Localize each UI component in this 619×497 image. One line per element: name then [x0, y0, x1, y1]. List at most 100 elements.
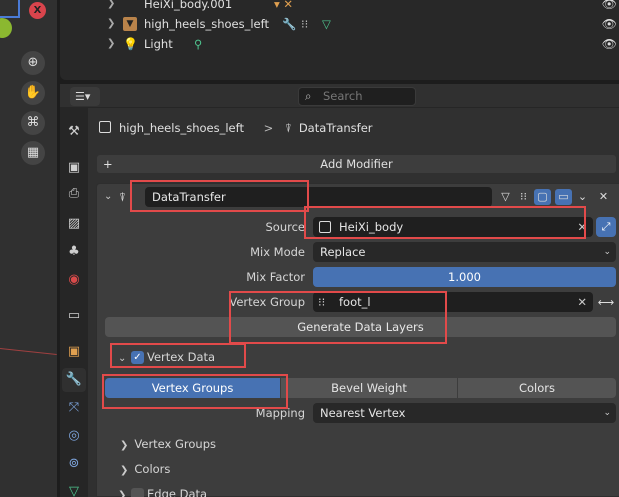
light-icon: 💡 [123, 37, 138, 51]
edge-data-header[interactable]: ❯ [118, 484, 126, 497]
collection-tab-icon[interactable]: ▭ [62, 304, 86, 328]
edit-mode-cage-icon[interactable]: ▽ [497, 189, 514, 205]
viewport-edge-line [0, 348, 57, 355]
view-layer-tab-icon[interactable]: ▨ [62, 212, 86, 236]
modifier-name-field[interactable]: DataTransfer [145, 187, 492, 207]
mix-mode-label: Mix Mode [250, 245, 305, 259]
mapping-label: Mapping [255, 406, 305, 420]
axis-gizmo-y [0, 0, 20, 18]
chevron-right-icon: ❯ [120, 440, 129, 451]
on-cage-icon[interactable]: ▢ [534, 189, 551, 205]
axis-x-button[interactable]: X [29, 2, 46, 19]
render-tab-icon[interactable]: ▣ [62, 156, 86, 180]
output-tab-icon[interactable]: ⎙ [62, 182, 86, 206]
mix-factor-value: 1.000 [448, 270, 481, 284]
mesh-object-icon: ▼ [123, 17, 137, 31]
mix-mode-dropdown[interactable]: Replace ⌄ [313, 242, 616, 262]
outliner-row[interactable]: ❯ 💡 Light ⚲ 👁 [60, 34, 619, 54]
tool-tab-icon[interactable]: ⚒ [62, 120, 86, 144]
zoom-icon[interactable]: ⊕ [21, 51, 45, 75]
edge-data-label: Edge Data [147, 487, 208, 497]
outliner-row-label: HeiXi_body.001 [144, 0, 233, 11]
mix-factor-slider[interactable]: 1.000 [313, 267, 616, 287]
object-transform-toggle-icon[interactable]: ⤢ [596, 217, 616, 237]
realtime-display-icon[interactable]: ▭ [555, 189, 572, 205]
close-icon[interactable]: ✕ [595, 189, 612, 205]
subpanel-label: Colors [134, 462, 171, 476]
outliner-row-label: high_heels_shoes_left [144, 17, 269, 31]
object-tab-icon[interactable]: ▣ [62, 340, 86, 364]
search-placeholder: Search [323, 89, 363, 103]
expand-arrow-icon[interactable]: ❯ [107, 0, 115, 14]
data-type-colors[interactable]: Colors [458, 378, 616, 398]
mapping-dropdown[interactable]: Nearest Vertex ⌄ [313, 403, 616, 423]
edge-data-checkbox[interactable] [131, 488, 144, 497]
subpanel-label: Vertex Groups [134, 437, 217, 451]
search-icon: ⌕ [305, 89, 312, 103]
wrench-icon[interactable]: 🔧 [282, 14, 296, 34]
vertex-data-checkbox[interactable]: ✓ [131, 351, 144, 364]
breadcrumb: high_heels_shoes_left > ⍒ DataTransfer [99, 118, 373, 138]
object-icon [99, 121, 111, 133]
world-tab-icon[interactable]: ◉ [62, 268, 86, 292]
hand-icon[interactable]: ✋ [21, 81, 45, 105]
outliner-row[interactable]: ❯ HeiXi_body.001 ▾ ✕ 👁 [60, 0, 619, 14]
light-data-icon[interactable]: ⚲ [194, 34, 202, 54]
search-input[interactable]: ⌕ Search [298, 87, 416, 106]
modifier-tab-icon[interactable]: 🔧 [62, 368, 86, 392]
subpanel-colors[interactable]: ❯ Colors [120, 459, 170, 479]
clear-icon[interactable]: ✕ [577, 292, 587, 312]
breadcrumb-separator: > [263, 121, 274, 135]
outliner-row[interactable]: ❯ ▼ high_heels_shoes_left 🔧 ⁝⁝ ▽ 👁 [60, 14, 619, 34]
chevron-down-icon: ⌄ [603, 408, 611, 418]
add-modifier-button[interactable]: + Add Modifier [97, 155, 616, 173]
vertex-group-label: Vertex Group [229, 295, 305, 309]
data-type-bevel-weight[interactable]: Bevel Weight [281, 378, 457, 398]
eye-icon[interactable]: 👁 [602, 14, 617, 34]
breadcrumb-object: high_heels_shoes_left [119, 121, 244, 135]
vertex-data-header[interactable]: ⌄ [118, 347, 126, 367]
plus-icon: + [103, 157, 113, 171]
source-value: HeiXi_body [339, 220, 404, 234]
axis-gizmo-z [0, 18, 12, 38]
camera-icon[interactable]: ⌘ [21, 111, 45, 135]
modifier-icons: ▾ ✕ [274, 0, 294, 11]
subpanel-vertex-groups[interactable]: ❯ Vertex Groups [120, 434, 216, 454]
source-field[interactable]: HeiXi_body ✕ [313, 217, 593, 237]
data-type-vertex-groups[interactable]: Vertex Groups [105, 378, 280, 398]
modifier-data-icon: ⍒ [284, 121, 292, 135]
vertex-data-label: Vertex Data [147, 350, 216, 364]
chevron-right-icon: ❯ [118, 490, 127, 497]
vertex-group-field[interactable]: ⁝⁝ foot_l ✕ [313, 292, 593, 312]
add-modifier-label: Add Modifier [320, 157, 393, 171]
expand-arrow-icon[interactable]: ❯ [107, 34, 115, 54]
expand-arrow-icon[interactable]: ❯ [107, 14, 115, 34]
generate-data-layers-button[interactable]: Generate Data Layers [105, 317, 616, 337]
mix-mode-value: Replace [320, 245, 366, 259]
vertex-group-value: foot_l [339, 295, 371, 309]
constraints-tab-icon[interactable]: ⊚ [62, 452, 86, 476]
chevron-down-icon[interactable]: ⌄ [118, 353, 126, 364]
vertex-groups-icon[interactable]: ⁝⁝ [301, 14, 308, 34]
mesh-data-icon[interactable]: ▽ [322, 14, 331, 34]
data-tab-icon[interactable]: ▽ [62, 480, 86, 497]
outliner-row-label: Light [144, 37, 173, 51]
mix-factor-label: Mix Factor [246, 270, 305, 284]
scene-tab-icon[interactable]: ♣ [62, 240, 86, 264]
editor-type-dropdown[interactable]: ☰▾ [70, 87, 100, 106]
eye-icon[interactable]: 👁 [602, 34, 617, 54]
mapping-value: Nearest Vertex [320, 406, 406, 420]
editmode-icon[interactable]: ⁝⁝ [515, 189, 532, 205]
viewport-strip: X ⊕ ✋ ⌘ ▦ [0, 0, 57, 497]
render-camera-icon[interactable]: ⌄ [574, 189, 591, 205]
particles-tab-icon[interactable]: ⤧ [62, 396, 86, 420]
eye-icon[interactable]: 👁 [602, 0, 617, 14]
collapse-modifier-icon[interactable]: ⌄ [104, 189, 112, 205]
chevron-right-icon: ❯ [120, 465, 129, 476]
grid-icon[interactable]: ▦ [21, 141, 45, 165]
invert-arrows-icon[interactable]: ⟷ [596, 292, 616, 312]
vertex-groups-icon: ⁝⁝ [318, 295, 326, 309]
physics-tab-icon[interactable]: ◎ [62, 424, 86, 448]
datatransfer-icon: ⍒ [119, 190, 126, 204]
clear-icon[interactable]: ✕ [577, 217, 587, 237]
